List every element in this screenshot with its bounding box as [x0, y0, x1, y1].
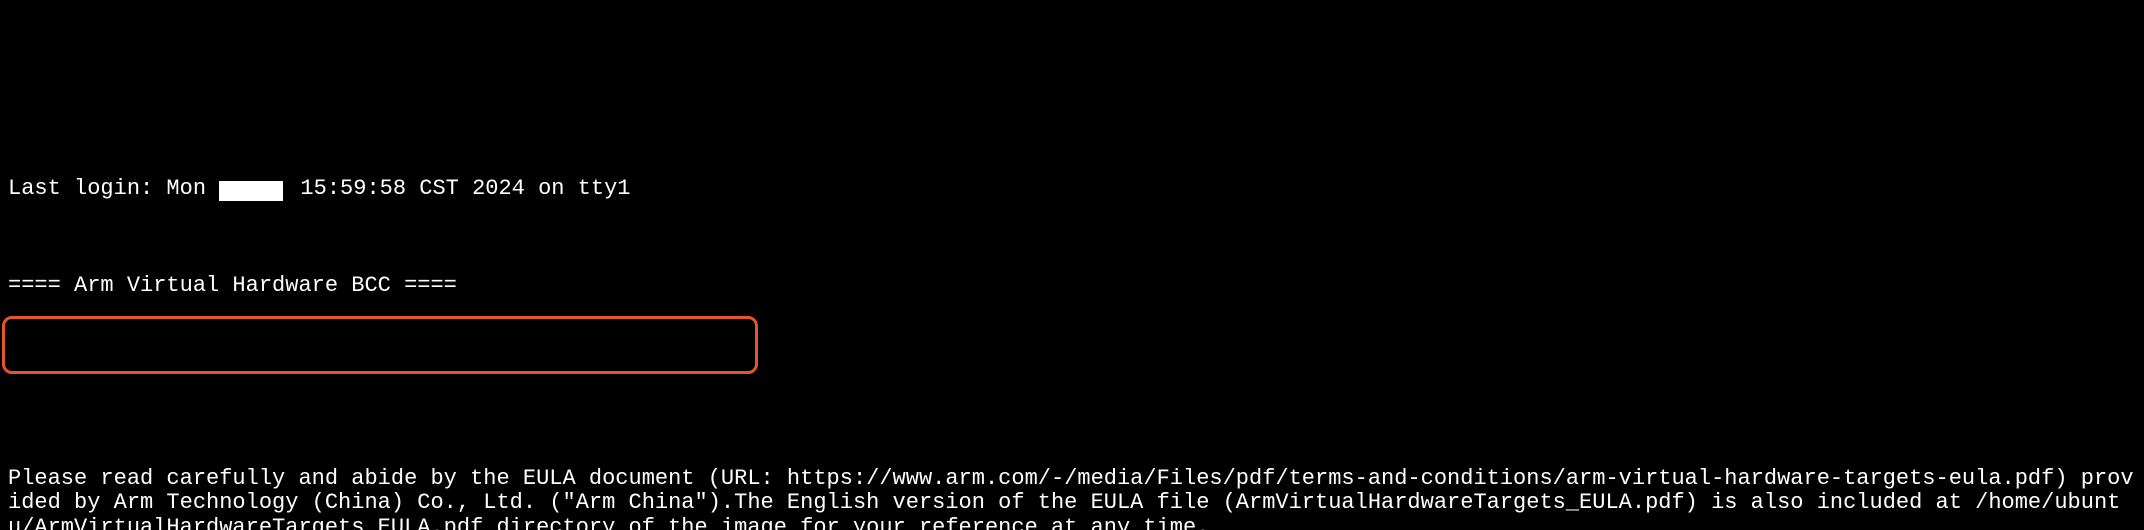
banner-line: ==== Arm Virtual Hardware BCC ====	[8, 274, 2136, 298]
blank-line	[8, 371, 2136, 395]
eula-text: Please read carefully and abide by the E…	[8, 467, 2136, 530]
last-login-line: Last login: Mon 15:59:58 CST 2024 on tty…	[8, 177, 2136, 201]
last-login-prefix: Last login: Mon	[8, 176, 219, 201]
terminal-window[interactable]: Last login: Mon 15:59:58 CST 2024 on tty…	[0, 0, 2144, 530]
blank-line	[8, 81, 2136, 105]
redacted-date	[219, 181, 283, 201]
highlight-annotation	[2, 316, 758, 374]
last-login-suffix: 15:59:58 CST 2024 on tty1	[287, 176, 630, 201]
